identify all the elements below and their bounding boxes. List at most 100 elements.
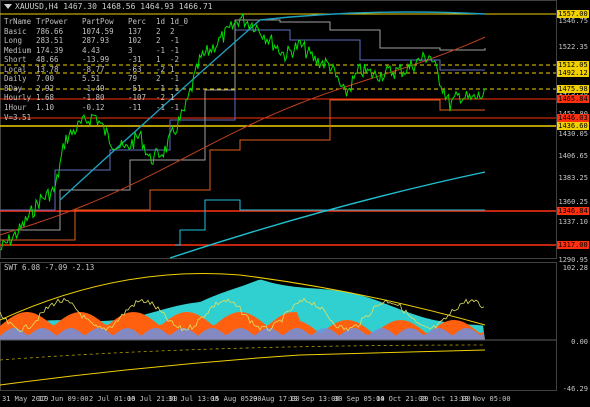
table-cell: Basic [4,26,27,36]
price-tag: 1557.00 [557,10,589,18]
table-cell: PartPow [82,17,114,26]
price-axis-label: 1546.75 [558,17,588,25]
table-cell: -2 [156,64,166,74]
table-cell: 1.10 [36,102,55,112]
table-cell: TrName [4,17,32,26]
table-cell: -63 [128,64,142,74]
table-row: Medium 174.39 4.43 3 -1 -1 [4,46,190,56]
table-cell: 4.43 [82,45,101,55]
price-axis-label: 1406.65 [558,152,588,160]
time-axis-label: 14 Oct 21:00 [376,395,427,403]
price-tag: 1346.84 [557,207,589,215]
time-axis-label: 13 Sep 13:00 [289,395,340,403]
table-cell: 1.68 [36,93,55,102]
price-axis-label: 1337.10 [558,218,588,226]
price-tag: 1475.98 [557,85,589,93]
table-cell: 137 [128,26,142,36]
table-row: Daily 7.00 5.51 79 2 -1 [4,74,190,84]
table-cell: 786.66 [36,26,64,36]
price-tag: 1512.05 [557,61,589,69]
price-axis-label: 1522.35 [558,43,588,51]
ohlc-values: 1467.30 1468.56 1464.93 1466.71 [63,2,213,11]
chevron-down-icon[interactable] [4,4,12,9]
table-cell: TrPower [36,17,68,26]
price-axis-label: 1290.95 [558,256,588,264]
table-cell: 283.51 [36,36,64,45]
trend-power-table: TrName TrPower PartPow Perc 1d 1d_0 Basic 786.6… [4,17,190,112]
table-cell: -1.80 [82,93,105,102]
table-cell: 287.93 [82,36,110,45]
time-axis-label: 17 Jun 09:00 [38,395,89,403]
price-tag: 1492.12 [557,69,589,77]
table-cell: -11 [128,102,142,112]
table-row: Basic 786.66 1074.59 137 2 2 [4,27,190,37]
table-cell: Long [4,36,23,45]
price-axis-label: 1360.25 [558,198,588,206]
chart-window[interactable]: XAUUSD,H4 1467.30 1468.56 1464.93 1466.7… [0,0,590,407]
table-cell: 13.78 [36,64,59,74]
subwindow-axis-label: 102.28 [562,264,588,272]
table-row: Local 13.78 -8.77 -63 -2 1 [4,65,190,75]
table-cell: -8.77 [82,64,105,74]
table-cell: -13.99 [82,55,110,64]
chart-header: XAUUSD,H4 1467.30 1468.56 1464.93 1466.7… [4,2,213,11]
table-cell: Short [4,55,27,64]
table-cell: -2 [170,55,180,64]
table-cell: 1Hour [4,102,27,112]
table-cell: Daily [4,74,27,83]
price-tag: 1446.03 [557,114,589,122]
table-cell: -0.12 [82,102,105,112]
table-cell: -1 [170,45,180,55]
price-axis-label: 1430.05 [558,130,588,138]
time-axis-label: 13 Nov 05:00 [460,395,511,403]
table-cell: 8Day [4,83,23,93]
table-cell: 79 [128,74,138,83]
table-cell: Perc [128,17,147,26]
table-cell: 2 [156,26,161,36]
table-cell: 174.39 [36,45,64,55]
table-row: 1Hour 1.10 -0.12 -11 -1 -1 [4,103,190,113]
subwindow-label: SWT 6.08 -7.09 -2.13 [4,263,95,272]
table-cell: 1 [156,55,161,64]
table-cell: -1 [156,45,166,55]
table-cell: -1 [170,36,180,45]
table-cell: 5.51 [82,74,101,83]
price-tag: 1317.00 [557,241,589,249]
table-cell: 1 [170,64,175,74]
table-cell: 3 [128,45,133,55]
table-cell: 102 [128,36,142,45]
price-axis-label: 1383.25 [558,174,588,182]
table-cell: 7.00 [36,74,55,83]
table-row: Short 48.66 -13.99 -31 1 -2 [4,55,190,65]
table-cell: Medium [4,45,32,55]
table-cell: -107 [128,93,147,102]
table-cell: -1 [170,74,180,83]
table-cell: 2 [156,74,161,83]
step-line-cyan [175,199,485,246]
table-cell: 1d [156,17,166,26]
table-cell: 2 [170,26,175,36]
table-cell: Local [4,64,27,74]
table-row: 8Day 2.92 -1.49 -51 -1 -1 [4,84,190,94]
table-header-row: TrName TrPower PartPow Perc 1d 1d_0 [4,17,190,27]
swt-mid-band [0,344,486,361]
table-cell: -1.49 [82,83,105,93]
table-cell: -2 [156,93,166,102]
table-cell: 2 [156,36,161,45]
table-cell: Hourly [4,93,32,102]
subwindow-axis-label: -46.29 [562,385,588,393]
table-cell: -1 [156,102,166,112]
table-cell: -1 [170,102,180,112]
table-row: Long 283.51 287.93 102 2 -1 [4,36,190,46]
symbol-label: XAUUSD,H4 [15,2,59,11]
v-label: V=3.51 [4,113,32,122]
table-cell: 1d_0 [170,17,189,26]
table-cell: 48.66 [36,55,59,64]
table-cell: 1074.59 [82,26,114,36]
swt-blue-area [0,328,485,340]
price-tag: 1436.60 [557,122,589,130]
table-cell: 1 [170,93,175,102]
table-cell: -31 [128,55,142,64]
table-cell: -51 [128,83,142,93]
price-tag: 1465.84 [557,95,589,103]
